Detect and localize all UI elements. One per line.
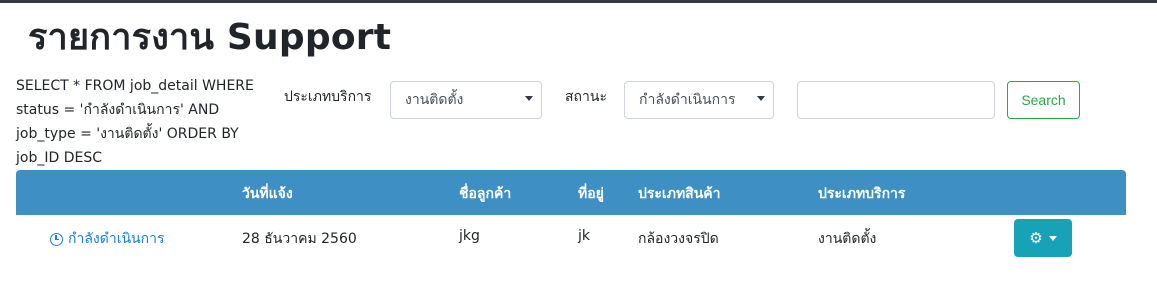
service-type-selected: งานติดตั้ง [405,92,464,108]
cell-service-type: งานติดตั้ง [818,231,877,247]
column-header-customer: ชื่อลูกค้า [459,186,512,202]
status-label: สถานะ [565,89,607,105]
column-header-address: ที่อยู่ [578,186,604,202]
gear-icon: ⚙ [1029,228,1043,247]
status-text: กำลังดำเนินการ [68,231,165,247]
clock-icon [50,232,63,246]
chevron-down-icon [757,96,765,101]
service-type-select[interactable]: งานติดตั้ง [390,81,542,119]
service-type-label: ประเภทบริการ [284,89,372,105]
status-selected: กำลังดำเนินการ [639,92,736,108]
cell-date: 28 ธันวาคม 2560 [242,231,357,247]
search-input[interactable] [797,81,995,119]
search-button[interactable]: Search [1007,81,1080,119]
page-title: รายการงาน Support [28,17,392,58]
table-row: กำลังดำเนินการ 28 ธันวาคม 2560 jkg jk กล… [16,215,1126,261]
caret-down-icon [1048,235,1057,241]
column-header-service-type: ประเภทบริการ [818,186,906,202]
column-header-date: วันที่แจ้ง [242,186,293,202]
cell-address: jk [578,228,590,244]
status-link[interactable]: กำลังดำเนินการ [50,228,165,250]
column-header-product-type: ประเภทสินค้า [638,186,721,202]
top-border [0,0,1157,3]
sql-query-text: SELECT * FROM job_detail WHERE status = … [16,78,254,166]
status-select[interactable]: กำลังดำเนินการ [624,81,774,119]
table-header: วันที่แจ้ง ชื่อลูกค้า ที่อยู่ ประเภทสินค… [16,170,1126,215]
cell-customer: jkg [459,228,480,244]
chevron-down-icon [525,96,533,101]
row-actions-button[interactable]: ⚙ [1014,219,1072,257]
cell-product-type: กล้องวงจรปิด [638,231,719,247]
